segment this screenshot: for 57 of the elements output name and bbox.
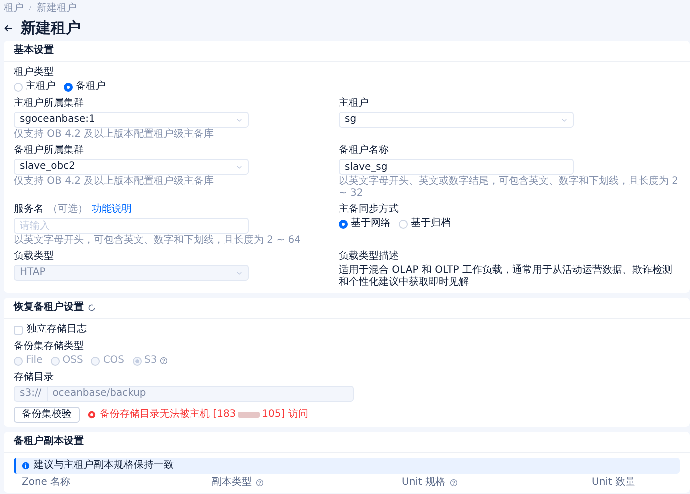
- breadcrumb-current: 新建租户: [37, 3, 77, 15]
- field-label: 主租户: [339, 98, 369, 110]
- info-icon: [22, 462, 30, 470]
- column-header: Unit 数量: [592, 477, 636, 489]
- radio-button[interactable]: [339, 220, 348, 228]
- radio-button[interactable]: [64, 82, 73, 92]
- field-label: 备租户所属集群: [14, 145, 84, 157]
- field-label: 存储目录: [14, 372, 55, 384]
- field-label: 备租户名称: [339, 145, 389, 157]
- input-field[interactable]: slave_sg: [339, 159, 574, 175]
- radio-label[interactable]: 基于归档: [411, 218, 451, 230]
- section-title: 备租户副本设置: [14, 436, 84, 448]
- checkbox-label[interactable]: 独立存储日志: [27, 324, 87, 336]
- slash-icon: [28, 3, 33, 13]
- radio-label[interactable]: 备租户: [76, 81, 106, 93]
- column-header: Unit 规格: [402, 477, 446, 489]
- field-label: 租户类型: [14, 67, 55, 79]
- help-icon: [450, 479, 458, 487]
- help-icon: [256, 479, 264, 487]
- column-header: 副本类型: [212, 477, 252, 489]
- chevron-down-icon: [236, 164, 243, 170]
- input-field[interactable]: 请输入: [14, 218, 249, 234]
- chevron-down-icon: [236, 116, 243, 124]
- field-label: 备份集存储类型: [14, 341, 85, 353]
- help-icon: [160, 357, 168, 365]
- refresh-icon: [88, 304, 96, 312]
- section-title: 恢复备租户设置: [14, 302, 84, 314]
- hint-text: 仅支持 OB 4.2 及以上版本配置租户级主备库: [14, 129, 216, 141]
- section-title: 基本设置: [14, 45, 54, 57]
- chevron-down-icon: [236, 270, 243, 276]
- hint-text: 以英文字母开头、英文或数字结尾，可包含英文、数字和下划线，且长度为 2 ~ 32: [339, 176, 680, 200]
- field-label: 服务名: [14, 204, 44, 216]
- error-message: 105] 访问: [262, 409, 308, 421]
- field-label: 负载类型: [14, 251, 54, 263]
- error-message: 备份存储目录无法被主机 [183: [100, 409, 236, 421]
- checkbox[interactable]: [14, 326, 23, 334]
- description-text: 适用于混合 OLAP 和 OLTP 工作负载，通常用于从活动运营数据、欺诈检测和个性化建议中获取即时见解: [339, 265, 674, 289]
- back-arrow-icon[interactable]: [4, 24, 13, 32]
- help-link[interactable]: 功能说明: [92, 204, 132, 216]
- select-field[interactable]: sgoceanbase:1: [14, 112, 249, 128]
- alert-text: 建议与主租户副本规格保持一致: [34, 460, 174, 472]
- error-icon: [88, 411, 96, 419]
- chevron-down-icon: [561, 116, 568, 124]
- select-field[interactable]: sg: [339, 112, 574, 128]
- select-field[interactable]: slave_obc2: [14, 159, 249, 175]
- optional-note: （可选）: [48, 204, 88, 216]
- hint-text: 仅支持 OB 4.2 及以上版本配置租户级主备库: [14, 176, 216, 188]
- field-label: 主备同步方式: [339, 204, 399, 216]
- radio-label[interactable]: 主租户: [26, 81, 56, 93]
- field-label: 主租户所属集群: [14, 98, 84, 110]
- verify-button[interactable]: 备份集校验: [14, 407, 80, 423]
- page-title: 新建租户: [21, 19, 81, 37]
- field-label: 负载类型描述: [339, 251, 399, 263]
- redaction-bar: [238, 412, 260, 418]
- radio-label[interactable]: 基于网络: [351, 218, 391, 230]
- hint-text: 以英文字母开头，可包含英文、数字和下划线，且长度为 2 ~ 64: [14, 235, 302, 247]
- column-header: Zone 名称: [22, 477, 71, 489]
